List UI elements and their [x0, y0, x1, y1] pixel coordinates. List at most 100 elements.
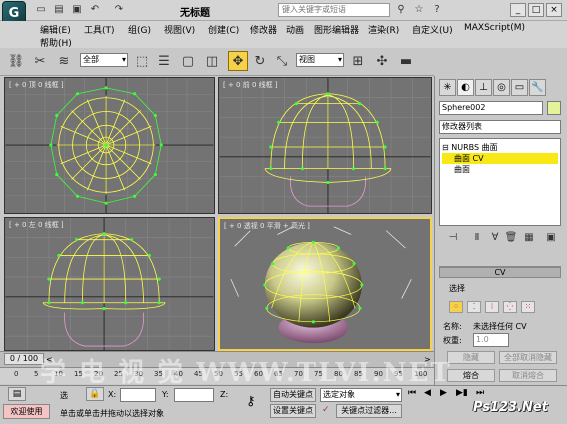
menu-create[interactable]: 创建(C) — [208, 23, 239, 36]
window-crossing-icon[interactable]: ◫ — [202, 51, 222, 71]
cv-row-column-icon[interactable]: ⁛ — [503, 301, 517, 313]
object-color-swatch[interactable] — [547, 101, 561, 115]
cv-column-icon[interactable]: ⁝ — [485, 301, 499, 313]
object-name-field[interactable]: Sphere002 — [439, 101, 543, 115]
viewport-top-label[interactable]: [ + 0 顶 0 线框 ] — [9, 80, 64, 90]
link-icon[interactable]: ⛓ — [6, 51, 26, 71]
unfuse-button[interactable]: 取消熔合 — [499, 369, 557, 382]
select-object-icon[interactable]: ⬚ — [132, 51, 152, 71]
utilities-tab-icon[interactable]: 🔧 — [529, 79, 546, 96]
select-manipulate-icon[interactable]: ✣ — [372, 51, 392, 71]
stack-item-surface-cv[interactable]: 曲面 CV — [442, 153, 558, 164]
open-icon[interactable]: ▤ — [52, 3, 66, 16]
scale-icon[interactable]: ⤡ — [272, 51, 292, 71]
lock-selection-icon[interactable]: 🔒 — [86, 387, 104, 401]
viewport-perspective-label[interactable]: [ + 0 透视 0 平滑 + 高光 ] — [224, 221, 310, 231]
bind-spacewarp-icon[interactable]: ≋ — [54, 51, 74, 71]
reference-coord-dropdown[interactable]: 视图 — [296, 53, 344, 67]
new-icon[interactable]: ▭ — [34, 3, 48, 16]
viewport-front[interactable]: [ + 0 前 0 线框 ] — [218, 77, 432, 214]
menu-tools[interactable]: 工具(T) — [84, 23, 115, 36]
x-field[interactable] — [120, 388, 156, 402]
configure-sets-icon[interactable]: ▦ — [521, 231, 537, 245]
redo-icon[interactable]: ↷ — [112, 3, 126, 16]
menu-group[interactable]: 组(G) — [128, 23, 151, 36]
stack-item-surface[interactable]: 曲面 — [442, 164, 558, 175]
pivot-center-icon[interactable]: ⊞ — [348, 51, 368, 71]
motion-tab-icon[interactable]: ◎ — [493, 79, 510, 96]
close-button[interactable]: × — [546, 3, 562, 17]
save-icon[interactable]: ▣ — [70, 3, 84, 16]
menu-graph-editors[interactable]: 图形编辑器 — [314, 23, 359, 36]
x-label: X: — [108, 390, 117, 399]
time-slider-thumb[interactable]: 0 / 100 — [4, 353, 44, 365]
pin-stack-icon[interactable]: ⊣ — [445, 231, 461, 245]
selection-filter-dropdown[interactable]: 全部 — [80, 53, 128, 67]
viewport-left[interactable]: [ + 0 左 0 线框 ] — [4, 217, 215, 351]
stack-buttons: ⊣ Ⅱ ∀ 🗑 ▦ ▣ — [439, 231, 561, 247]
maximize-button[interactable]: □ — [528, 3, 544, 17]
star-icon[interactable]: ☆ — [412, 3, 426, 16]
all-cvs-icon[interactable]: ⁙ — [521, 301, 535, 313]
prev-frame-icon[interactable]: ◀ — [424, 388, 431, 398]
key-filters-button[interactable]: 关键点过滤器... — [336, 404, 402, 418]
menu-rendering[interactable]: 渲染(R) — [368, 23, 399, 36]
menu-customize[interactable]: 自定义(U) — [412, 23, 453, 36]
name-value: 未选择任何 CV — [473, 322, 527, 331]
menu-modifiers[interactable]: 修改器 — [250, 23, 277, 36]
modifier-list-dropdown[interactable]: 修改器列表 — [439, 120, 561, 134]
name-label: 名称: — [443, 322, 462, 331]
go-to-start-icon[interactable]: ⏮ — [408, 388, 416, 398]
move-icon[interactable]: ✥ — [228, 51, 248, 71]
menu-views[interactable]: 视图(V) — [164, 23, 195, 36]
play-icon[interactable]: ▶ — [440, 388, 447, 398]
viewport-perspective[interactable]: [ + 0 透视 0 平滑 + 高光 ] — [218, 217, 432, 351]
y-field[interactable] — [174, 388, 214, 402]
hierarchy-tab-icon[interactable]: ⊥ — [475, 79, 492, 96]
weight-field[interactable]: 1.0 — [473, 333, 509, 347]
key-icon[interactable]: ⚷ — [246, 394, 256, 409]
set-key-button[interactable]: 设置关键点 — [270, 404, 316, 418]
auto-key-button[interactable]: 自动关键点 — [270, 388, 316, 402]
next-frame-icon[interactable]: ▶▮ — [456, 388, 468, 398]
binoculars-icon[interactable]: ⚲ — [394, 3, 408, 16]
menu-edit[interactable]: 编辑(E) — [40, 23, 71, 36]
maxscript-listener-icon[interactable]: ▤ — [8, 387, 26, 401]
undo-icon[interactable]: ↶ — [88, 3, 102, 16]
modify-tab-icon[interactable]: ◐ — [457, 79, 474, 96]
select-by-name-icon[interactable]: ☰ — [154, 51, 174, 71]
create-tab-icon[interactable]: ✳ — [439, 79, 456, 96]
rollout-header[interactable]: CV — [439, 267, 561, 278]
selected-object-dropdown[interactable]: 选定对象 — [320, 388, 402, 402]
keyboard-shortcut-icon[interactable]: ▬ — [396, 51, 416, 71]
help-icon[interactable]: ? — [430, 3, 444, 16]
y-label: Y: — [162, 390, 169, 399]
stack-item-surface-cv-label: 曲面 CV — [454, 154, 484, 163]
unhide-all-button[interactable]: 全部取消隐藏 — [499, 351, 557, 364]
make-unique-icon[interactable]: ∀ — [487, 231, 503, 245]
key-filter-icon[interactable]: ✓ — [322, 405, 330, 415]
viewport-front-label[interactable]: [ + 0 前 0 线框 ] — [223, 80, 278, 90]
fuse-button[interactable]: 熔合 — [447, 369, 495, 382]
go-to-end-icon[interactable]: ⏭ — [476, 388, 484, 398]
hide-button[interactable]: 隐藏 — [447, 351, 495, 364]
single-cv-icon[interactable]: ⁘ — [449, 301, 463, 313]
viewport-top[interactable]: [ + 0 顶 0 线框 ] — [4, 77, 215, 214]
menu-animation[interactable]: 动画 — [286, 23, 304, 36]
menu-maxscript[interactable]: MAXScript(M) — [464, 23, 525, 33]
display-tab-icon[interactable]: ▭ — [511, 79, 528, 96]
viewport-top-scene — [5, 78, 214, 213]
search-input[interactable]: 键入关键字或短语 — [278, 3, 390, 17]
z-label: Z: — [220, 390, 229, 399]
unlink-icon[interactable]: ✂ — [30, 51, 50, 71]
stack-item-nurbs[interactable]: ⊟ NURBS 曲面 — [442, 142, 558, 153]
minimize-button[interactable]: _ — [510, 3, 526, 17]
remove-modifier-icon[interactable]: 🗑 — [503, 231, 519, 245]
configure-icon[interactable]: ▣ — [543, 231, 559, 245]
viewport-left-label[interactable]: [ + 0 左 0 线框 ] — [9, 220, 64, 230]
rect-selection-icon[interactable]: ▢ — [178, 51, 198, 71]
show-end-result-icon[interactable]: Ⅱ — [469, 231, 485, 245]
welcome-label: 欢迎使用 — [3, 404, 50, 419]
cv-row-icon[interactable]: ⁚ — [467, 301, 481, 313]
rotate-icon[interactable]: ↻ — [250, 51, 270, 71]
